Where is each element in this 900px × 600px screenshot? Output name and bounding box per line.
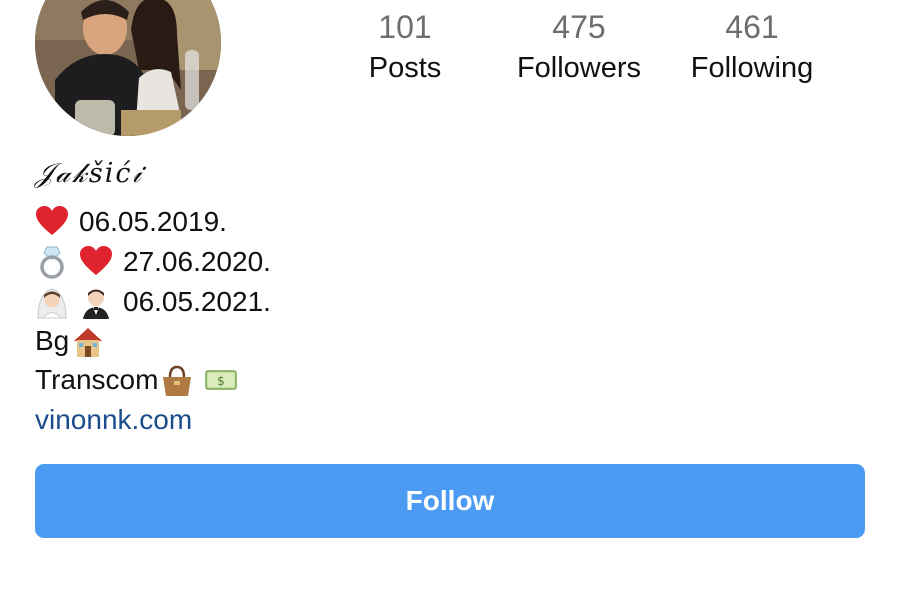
followers-count: 475 bbox=[552, 9, 606, 45]
bio-line: 27.06.2020. bbox=[35, 244, 271, 280]
profile-page: 101 Posts 475 Followers 461 Following 𝒥𝒶… bbox=[0, 0, 900, 600]
bio-line: 06.05.2021. bbox=[35, 284, 271, 320]
followers-stat[interactable]: 475 Followers bbox=[505, 8, 653, 87]
profile-avatar[interactable] bbox=[35, 0, 221, 136]
red-heart-icon bbox=[35, 205, 73, 239]
posts-label: Posts bbox=[368, 52, 442, 84]
ring-icon bbox=[35, 245, 73, 279]
bio-text: 06.05.2019. bbox=[79, 206, 227, 237]
svg-text:$: $ bbox=[218, 374, 226, 388]
money-icon: $ bbox=[204, 363, 242, 397]
following-count: 461 bbox=[725, 9, 779, 45]
profile-website-link[interactable]: vinonnk.com bbox=[35, 402, 192, 438]
posts-stat[interactable]: 101 Posts bbox=[355, 8, 455, 87]
handbag-icon bbox=[160, 363, 198, 397]
bride-icon bbox=[35, 285, 73, 319]
following-label: Following bbox=[690, 52, 814, 84]
bio-line: Bg bbox=[35, 323, 115, 359]
bio-text: Transcom bbox=[35, 364, 159, 395]
followers-label: Followers bbox=[516, 52, 642, 84]
posts-count: 101 bbox=[378, 9, 432, 45]
house-icon bbox=[71, 324, 109, 358]
bio-text: 27.06.2020. bbox=[123, 246, 271, 277]
red-heart-icon bbox=[79, 245, 117, 279]
bio-text: Bg bbox=[35, 325, 70, 356]
bio-line: 06.05.2019. bbox=[35, 204, 227, 240]
profile-name: 𝒥𝒶𝓀šić𝒾 bbox=[35, 158, 144, 189]
bio-line: Transcom $ bbox=[35, 362, 248, 398]
bio-text: 06.05.2021. bbox=[123, 286, 271, 317]
following-stat[interactable]: 461 Following bbox=[680, 8, 824, 87]
groom-icon bbox=[79, 285, 117, 319]
avatar-photo bbox=[35, 0, 221, 136]
follow-button[interactable]: Follow bbox=[35, 464, 865, 538]
